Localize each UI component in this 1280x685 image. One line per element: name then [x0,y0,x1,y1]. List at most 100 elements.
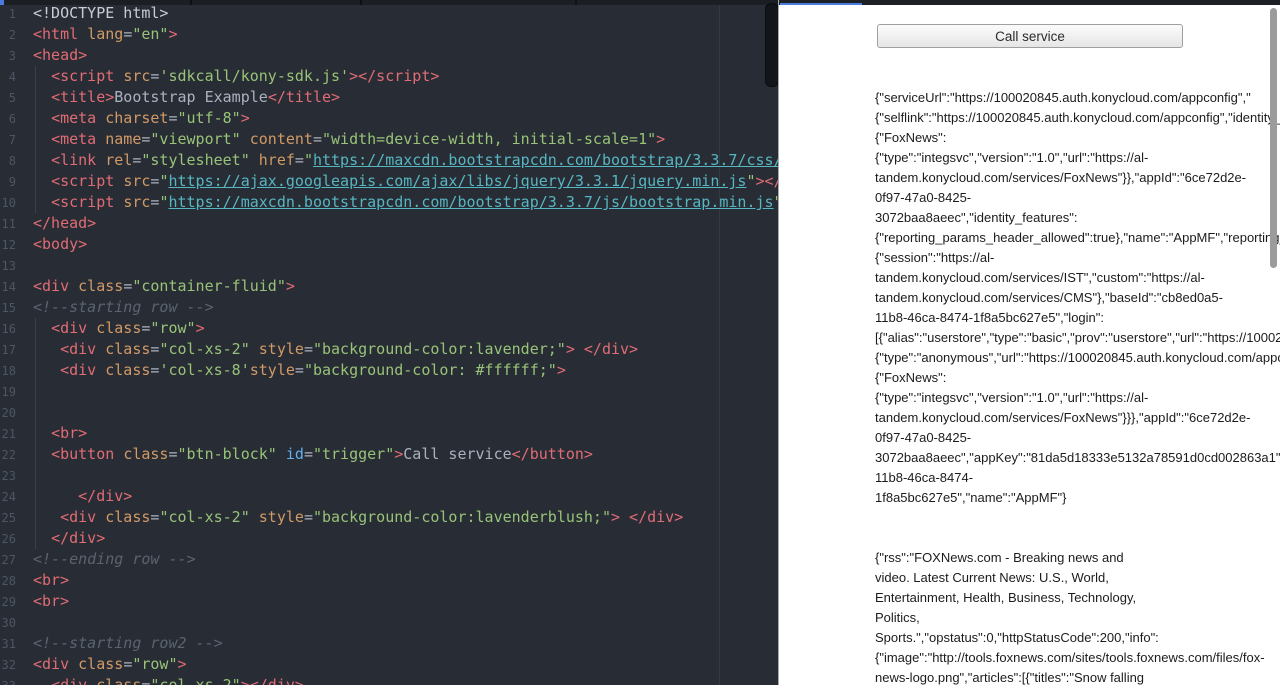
output-line: 1f8a5bc627e5","name":"AppMF"} [875,488,1280,508]
code-line: 18 <div class='col-xs-8'style="backgroun… [0,360,778,381]
code-line: 25 <div class="col-xs-2" style="backgrou… [0,507,778,528]
output-line: {"reporting_params_header_allowed":true}… [875,228,1280,248]
browser-top-strip [779,0,1280,5]
output-line: {"rss":"FOXNews.com - Breaking news and [875,548,1265,568]
code-line: 6 <meta charset="utf-8"> [0,108,778,129]
code-line: 24 </div> [0,486,778,507]
output-line: tandem.konycloud.com/services/FoxNews"}}… [875,168,1280,188]
code-line: 16 <div class="row"> [0,318,778,339]
line-number: 4 [0,67,16,88]
line-number: 21 [0,424,16,445]
code-line: 27<!--ending row --> [0,549,778,570]
output-line: Entertainment, Health, Business, Technol… [875,588,1265,608]
line-number: 20 [0,403,16,424]
code-line: 21 <br> [0,423,778,444]
code-line: 29<br> [0,591,778,612]
code-line: 17 <div class="col-xs-2" style="backgrou… [0,339,778,360]
code-line: 20 [0,402,778,423]
output-line: {"session":"https://al- [875,248,1280,268]
code-line: 19 [0,381,778,402]
browser-pane: Call service {"serviceUrl":"https://1000… [778,0,1280,685]
code-line: 13 [0,255,778,276]
line-number: 22 [0,445,16,466]
code-line: 22 <button class="btn-block" id="trigger… [0,444,778,465]
code-line: 2<html lang="en"> [0,24,778,45]
code-line: 14<div class="container-fluid"> [0,276,778,297]
output-line: 0f97-47a0-8425- [875,188,1280,208]
line-number: 12 [0,235,16,256]
output-line: {"serviceUrl":"https://100020845.auth.ko… [875,88,1280,108]
line-number: 1 [0,4,16,25]
line-number: 19 [0,382,16,403]
rss-response-output: {"rss":"FOXNews.com - Breaking news andv… [875,548,1265,685]
code-line: 33 <div class="col-xs-2"></div> [0,675,778,685]
output-line: Sports.","opstatus":0,"httpStatusCode":2… [875,628,1265,648]
code-line: 1<!DOCTYPE html> [0,3,778,24]
line-number: 31 [0,634,16,655]
code-line: 15<!--starting row --> [0,297,778,318]
output-line: {"type":"integsvc","version":"1.0","url"… [875,388,1280,408]
line-number: 7 [0,130,16,151]
code-line: 7 <meta name="viewport" content="width=d… [0,129,778,150]
output-line: {"FoxNews": [875,128,1280,148]
output-line: {"FoxNews": [875,368,1280,388]
line-number: 23 [0,466,16,487]
line-number: 32 [0,655,16,676]
browser-scrollbar-thumb[interactable] [1270,8,1277,268]
screenshot-root: 1<!DOCTYPE html>2<html lang="en">3<head>… [0,0,1280,685]
code-line: 9 <script src="https://ajax.googleapis.c… [0,171,778,192]
output-line: 11b8-46ca-8474-1f8a5bc627e5","login": [875,308,1280,328]
output-line: 3072baa8aeec","appKey":"81da5d18333e5132… [875,448,1280,468]
line-number: 11 [0,214,16,235]
output-line: [{"alias":"userstore","type":"basic","pr… [875,328,1280,348]
line-number: 29 [0,592,16,613]
output-line: {"type":"integsvc","version":"1.0","url"… [875,148,1280,168]
code-line: 12<body> [0,234,778,255]
output-line: {"type":"anonymous","url":"https://10002… [875,348,1280,368]
line-number: 13 [0,256,16,277]
line-number: 26 [0,529,16,550]
output-line: video. Latest Current News: U.S., World, [875,568,1265,588]
output-line: tandem.konycloud.com/services/CMS"},"bas… [875,288,1280,308]
code-editor-pane[interactable]: 1<!DOCTYPE html>2<html lang="en">3<head>… [0,0,778,685]
code-line: 3<head> [0,45,778,66]
output-line: Politics, [875,608,1265,628]
output-line: 0f97-47a0-8425- [875,428,1280,448]
line-number: 3 [0,46,16,67]
line-number: 15 [0,298,16,319]
output-line: 3072baa8aeec","identity_features": [875,208,1280,228]
code-line: 4 <script src='sdkcall/kony-sdk.js'></sc… [0,66,778,87]
line-number: 18 [0,361,16,382]
code-line: 5 <title>Bootstrap Example</title> [0,87,778,108]
line-number: 30 [0,613,16,634]
output-line: tandem.konycloud.com/services/FoxNews"}}… [875,408,1280,428]
line-number: 28 [0,571,16,592]
progress-bar-segment [780,3,862,5]
line-number: 33 [0,676,16,685]
line-number: 2 [0,25,16,46]
code-line: 10 <script src="https://maxcdn.bootstrap… [0,192,778,213]
call-service-button[interactable]: Call service [877,24,1183,48]
line-number: 9 [0,172,16,193]
line-number: 14 [0,277,16,298]
line-number: 5 [0,88,16,109]
output-line: {"selflink":"https://100020845.auth.kony… [875,108,1280,128]
output-line: news-logo.png","articles":[{"titles":"Sn… [875,668,1265,685]
code-line: 31<!--starting row2 --> [0,633,778,654]
code-line: 28<br> [0,570,778,591]
line-number: 6 [0,109,16,130]
service-config-output: {"serviceUrl":"https://100020845.auth.ko… [875,88,1280,508]
output-line: tandem.konycloud.com/services/IST","cust… [875,268,1280,288]
line-number: 8 [0,151,16,172]
line-number: 27 [0,550,16,571]
editor-scrollbar-thumb[interactable] [765,3,778,87]
output-line: 11b8-46ca-8474- [875,468,1280,488]
code-line: 30 [0,612,778,633]
line-number: 24 [0,487,16,508]
code-line: 8 <link rel="stylesheet" href="https://m… [0,150,778,171]
line-number: 17 [0,340,16,361]
editor-code-area[interactable]: 1<!DOCTYPE html>2<html lang="en">3<head>… [0,3,778,685]
code-line: 26 </div> [0,528,778,549]
code-line: 32<div class="row"> [0,654,778,675]
line-number: 16 [0,319,16,340]
